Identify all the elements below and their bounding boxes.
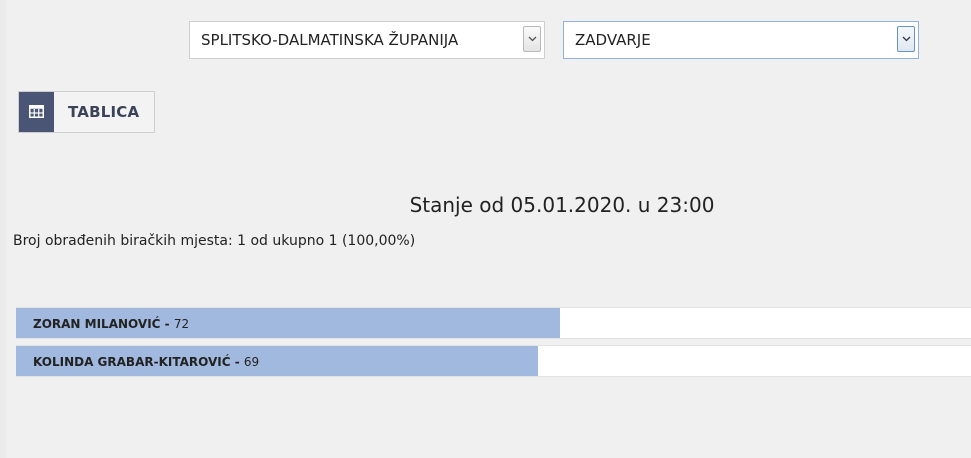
table-grid-icon bbox=[29, 105, 44, 118]
county-dropdown-button[interactable] bbox=[523, 26, 541, 52]
candidate-name: KOLINDA GRABAR-KITAROVIĆ bbox=[33, 355, 231, 369]
result-row: ZORAN MILANOVIĆ - 72 bbox=[16, 307, 971, 339]
municipality-dropdown-button[interactable] bbox=[897, 26, 915, 52]
status-timestamp: Stanje od 05.01.2020. u 23:00 bbox=[409, 193, 715, 217]
page-edge bbox=[0, 0, 6, 458]
table-icon-box bbox=[19, 92, 54, 132]
municipality-select[interactable]: ZADVARJE bbox=[563, 21, 919, 59]
county-select[interactable]: SPLITSKO-DALMATINSKA ŽUPANIJA bbox=[189, 21, 545, 59]
municipality-select-value: ZADVARJE bbox=[575, 31, 651, 49]
candidate-name: ZORAN MILANOVIĆ bbox=[33, 317, 161, 331]
table-view-button[interactable]: TABLICA bbox=[18, 91, 155, 133]
processed-stations-text: Broj obrađenih biračkih mjesta: 1 od uku… bbox=[13, 233, 416, 249]
result-label: ZORAN MILANOVIĆ - 72 bbox=[33, 308, 189, 340]
chevron-down-icon bbox=[528, 36, 537, 42]
vote-count: 72 bbox=[173, 317, 190, 331]
chevron-down-icon bbox=[902, 36, 911, 42]
result-label: KOLINDA GRABAR-KITAROVIĆ - 69 bbox=[33, 346, 259, 378]
result-separator: - bbox=[230, 355, 244, 369]
vote-count: 69 bbox=[243, 355, 260, 369]
county-select-value: SPLITSKO-DALMATINSKA ŽUPANIJA bbox=[201, 31, 459, 49]
table-view-label: TABLICA bbox=[68, 103, 140, 121]
result-row: KOLINDA GRABAR-KITAROVIĆ - 69 bbox=[16, 345, 971, 377]
result-separator: - bbox=[160, 317, 174, 331]
